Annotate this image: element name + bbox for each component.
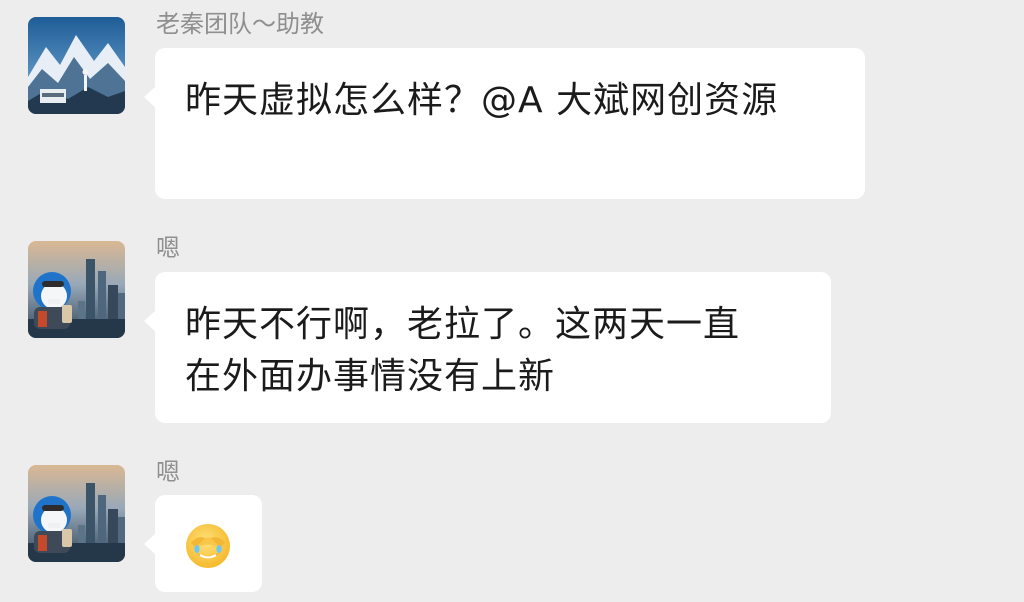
sender-name: 老秦团队～助教 <box>156 10 324 38</box>
message-text-line: 昨天不行啊，老拉了。这两天一直 <box>185 304 741 345</box>
avatar[interactable] <box>28 241 125 338</box>
message-text: 昨天虚拟怎么样？@A 大斌网创资源 <box>185 80 779 121</box>
sender-name: 嗯 <box>156 458 180 486</box>
chat-window: 老秦团队～助教 昨天虚拟怎么样？@A 大斌网创资源 嗯 昨天不行啊，老拉了。这两… <box>0 0 1024 602</box>
doraemon-city-avatar-image <box>28 241 125 338</box>
avatar[interactable] <box>28 17 125 114</box>
face-palm-laughing-emoji-icon <box>186 524 230 568</box>
message-bubble[interactable]: 昨天不行啊，老拉了。这两天一直 在外面办事情没有上新 <box>144 272 831 423</box>
mountain-avatar-image <box>28 17 125 114</box>
message-text-line: 在外面办事情没有上新 <box>185 356 556 397</box>
sender-name: 嗯 <box>156 234 180 262</box>
doraemon-city-avatar-image <box>28 465 125 562</box>
emoji-message-bubble[interactable] <box>144 495 262 592</box>
message-bubble[interactable]: 昨天虚拟怎么样？@A 大斌网创资源 <box>144 48 865 199</box>
avatar[interactable] <box>28 465 125 562</box>
